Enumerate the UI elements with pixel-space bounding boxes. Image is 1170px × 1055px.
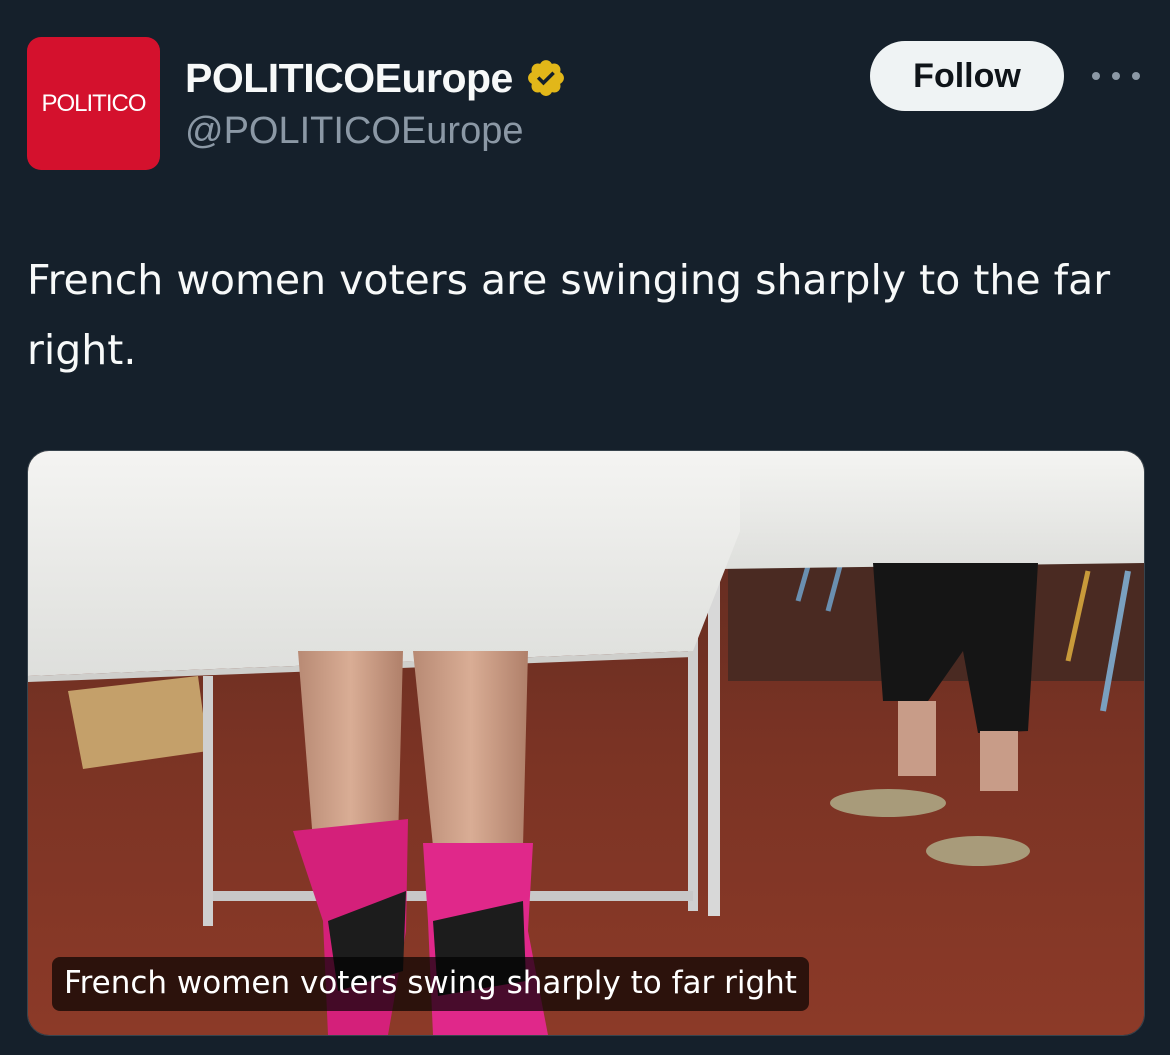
handle[interactable]: @POLITICOEurope bbox=[185, 110, 567, 153]
display-name-row: POLITICOEurope bbox=[185, 52, 567, 104]
more-horizontal-icon[interactable] bbox=[1092, 64, 1140, 88]
media-photo bbox=[28, 451, 1144, 1035]
avatar[interactable]: POLITICO bbox=[27, 37, 160, 170]
tweet-text: French women voters are swinging sharply… bbox=[27, 256, 1111, 374]
media-card[interactable]: French women voters swing sharply to far… bbox=[27, 450, 1145, 1036]
avatar-logo-text: POLITICO bbox=[41, 89, 146, 117]
more-dot bbox=[1112, 72, 1120, 80]
more-dot bbox=[1092, 72, 1100, 80]
author-info: POLITICOEurope @POLITICOEurope bbox=[185, 52, 567, 153]
follow-button[interactable]: Follow bbox=[870, 41, 1064, 111]
verified-badge-icon bbox=[527, 60, 564, 96]
tweet: POLITICO POLITICOEurope @POLITICOEurope … bbox=[0, 0, 1170, 1055]
more-dot bbox=[1132, 72, 1140, 80]
display-name[interactable]: POLITICOEurope bbox=[185, 55, 513, 102]
media-caption: French women voters swing sharply to far… bbox=[52, 957, 809, 1011]
